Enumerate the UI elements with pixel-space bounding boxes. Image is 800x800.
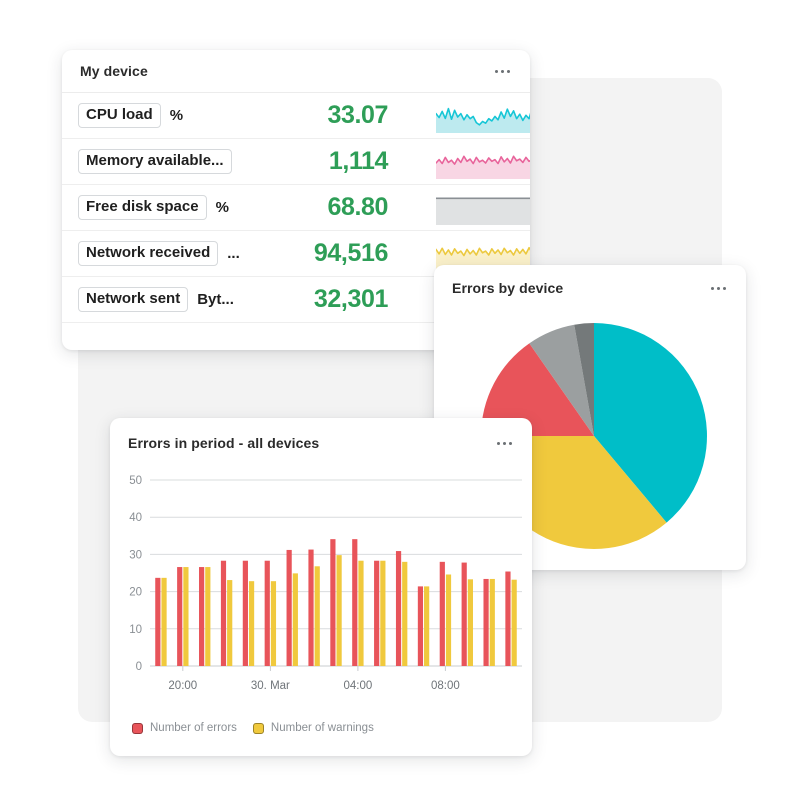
metric-unit: ...	[227, 245, 240, 262]
bar[interactable]	[308, 549, 314, 666]
ellipsis-icon[interactable]	[709, 281, 728, 296]
metric-value: 94,516	[313, 239, 388, 267]
bar[interactable]	[242, 560, 248, 666]
bar[interactable]	[395, 551, 402, 666]
bar[interactable]	[461, 562, 467, 666]
my-device-card-header: My device	[62, 50, 530, 93]
metric-name-chip[interactable]: Network received	[78, 240, 219, 267]
bar[interactable]	[248, 581, 255, 666]
bar[interactable]	[264, 560, 270, 666]
legend-swatch-icon	[252, 722, 264, 734]
y-axis-tick-label: 30	[129, 549, 142, 561]
bar[interactable]	[358, 560, 364, 666]
bar[interactable]	[417, 586, 424, 666]
free-disk-space-sparkline	[436, 192, 530, 225]
x-axis-tick-label: 04:00	[344, 680, 373, 692]
metric-unit: %	[215, 199, 229, 216]
bar[interactable]	[220, 560, 227, 666]
bar[interactable]	[205, 567, 211, 666]
bar[interactable]	[483, 578, 489, 666]
bar[interactable]	[314, 566, 320, 666]
metric-name-chip[interactable]: Network sent	[78, 286, 189, 313]
y-axis-tick-label: 0	[136, 661, 142, 673]
legend-item[interactable]: Number of errors	[132, 722, 237, 734]
metric-value: 32,301	[313, 285, 388, 313]
bar[interactable]	[402, 561, 408, 666]
bar[interactable]	[161, 577, 167, 666]
cpu-load-sparkline	[436, 100, 530, 133]
y-axis-tick-label: 50	[129, 475, 142, 487]
errors-by-device-card-header: Errors by device	[434, 265, 746, 311]
y-axis-tick-label: 10	[129, 624, 142, 636]
bar[interactable]	[380, 560, 386, 666]
bar[interactable]	[286, 549, 292, 666]
memory-available-sparkline	[436, 146, 530, 179]
errors-in-period-card-header: Errors in period - all devices	[110, 418, 532, 468]
metric-row[interactable]: Free disk space% 68.80	[62, 185, 530, 231]
ellipsis-icon[interactable]	[493, 64, 512, 79]
legend-item[interactable]: Number of warnings	[252, 722, 374, 734]
metric-row[interactable]: CPU load% 33.07	[62, 93, 530, 139]
metric-value: 1,114	[328, 147, 389, 175]
chart-legend: Number of errors Number of warnings	[132, 722, 374, 734]
metric-value: 68.80	[327, 193, 388, 221]
legend-label: Number of errors	[150, 722, 237, 734]
errors-in-period-bar-chart[interactable]: 0 10 20 30 40 50 20:00 30. Mar 04:00 08:00	[110, 468, 532, 708]
metric-unit: %	[169, 107, 184, 124]
bar[interactable]	[467, 579, 473, 666]
bar[interactable]	[489, 578, 495, 666]
metric-unit: Byt...	[197, 291, 234, 308]
metric-value: 33.07	[327, 101, 388, 129]
bar[interactable]	[352, 539, 358, 666]
bar[interactable]	[330, 539, 336, 666]
bar[interactable]	[227, 580, 233, 666]
x-axis-tick-label: 30. Mar	[251, 680, 290, 692]
bar[interactable]	[374, 560, 380, 666]
bar[interactable]	[199, 567, 205, 666]
dashboard-canvas: My device CPU load% 33.07 Memory available…	[0, 0, 800, 800]
bar[interactable]	[155, 577, 161, 666]
errors-in-period-card[interactable]: Errors in period - all devices 0 10 20 30 40…	[110, 418, 532, 756]
bar[interactable]	[505, 571, 511, 666]
metric-name-chip[interactable]: Free disk space	[78, 194, 207, 221]
my-device-card-title: My device	[80, 63, 148, 79]
bar[interactable]	[336, 555, 342, 666]
bar[interactable]	[292, 573, 298, 666]
errors-by-device-card-title: Errors by device	[452, 280, 564, 296]
bar[interactable]	[177, 567, 183, 666]
bar[interactable]	[183, 567, 189, 666]
legend-swatch-icon	[132, 722, 143, 734]
bar[interactable]	[439, 561, 445, 666]
bar[interactable]	[445, 574, 452, 666]
y-axis-tick-label: 20	[129, 587, 142, 599]
x-axis-tick-label: 20:00	[168, 680, 197, 692]
metric-name-chip[interactable]: Memory available...	[78, 148, 232, 175]
x-axis-tick-label: 08:00	[431, 680, 460, 692]
bar[interactable]	[424, 586, 430, 666]
errors-in-period-card-title: Errors in period - all devices	[128, 435, 320, 451]
bar[interactable]	[270, 581, 277, 666]
ellipsis-icon[interactable]	[495, 436, 514, 451]
legend-label: Number of warnings	[270, 722, 374, 734]
metric-row[interactable]: Memory available... 1,114	[62, 139, 530, 185]
bar[interactable]	[511, 579, 517, 666]
y-axis-tick-label: 40	[129, 512, 142, 524]
metric-name-chip[interactable]: CPU load	[78, 102, 161, 129]
